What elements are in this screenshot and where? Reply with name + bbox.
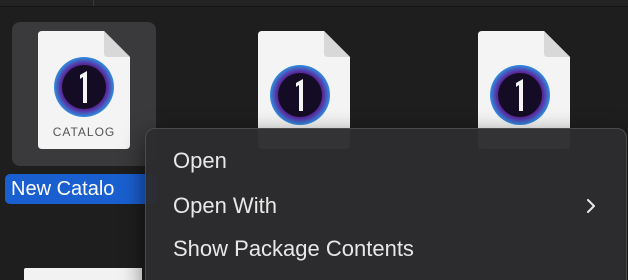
menu-item-label: Open — [173, 148, 227, 173]
finder-window: CATALOG New Catalo Open Open With Show P… — [0, 0, 628, 280]
capture-one-catalog-icon[interactable]: CATALOG — [38, 31, 130, 149]
file-name-label[interactable]: New Catalo — [5, 174, 157, 204]
chevron-right-icon — [587, 199, 595, 213]
menu-item-label: Open With — [173, 193, 277, 218]
divider — [93, 0, 94, 6]
file-thumbnail-partial[interactable] — [24, 268, 142, 280]
menu-item-label: Show Package Contents — [173, 236, 414, 261]
toolbar-edge — [0, 0, 628, 7]
menu-item-open[interactable]: Open — [152, 141, 620, 181]
menu-item-show-package-contents[interactable]: Show Package Contents — [152, 229, 620, 269]
catalog-caption: CATALOG — [52, 125, 116, 139]
menu-item-open-with[interactable]: Open With — [152, 186, 620, 226]
context-menu: Open Open With Show Package Contents — [145, 128, 627, 280]
